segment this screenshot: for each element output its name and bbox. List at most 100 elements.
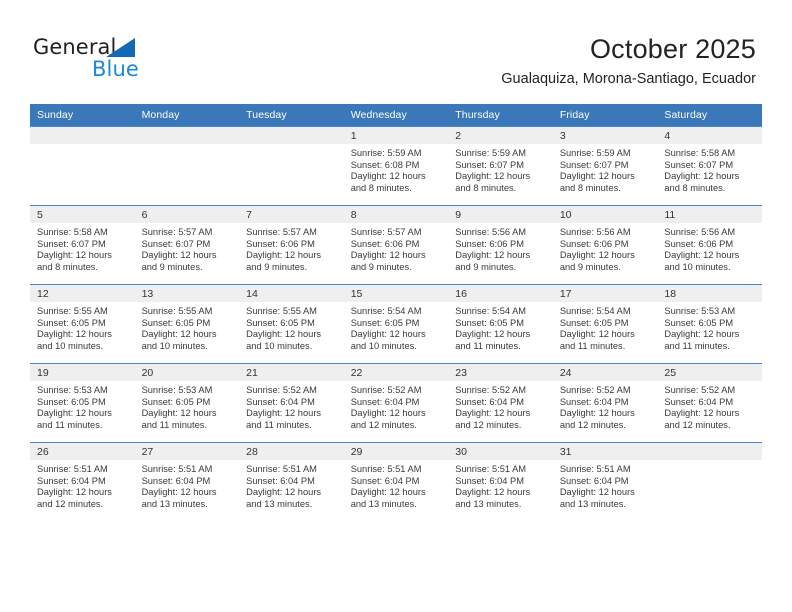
calendar-day-cell[interactable]: 24 Sunrise: 5:52 AM Sunset: 6:04 PM Dayligh… (552, 363, 658, 443)
daylight-duration-line2: and 13 minutes. (455, 499, 522, 510)
calendar-day-cell[interactable]: 29 Sunrise: 5:51 AM Sunset: 6:04 PM Dayligh… (343, 442, 449, 521)
day-details: Sunrise: 5:54 AM Sunset: 6:05 PM Daylight:… (448, 302, 553, 353)
day-cell-content: 5 Sunrise: 5:58 AM Sunset: 6:07 PM Daylight… (30, 206, 135, 284)
calendar-day-cell[interactable]: 1 Sunrise: 5:59 AM Sunset: 6:08 PM Daylight… (343, 126, 449, 206)
day-details: Sunrise: 5:52 AM Sunset: 6:04 PM Daylight:… (344, 381, 449, 432)
sunrise-time: Sunrise: 5:59 AM (350, 148, 422, 158)
weekday-header-wednesday: Wednesday (343, 104, 449, 127)
calendar-page: General Blue October 2025 Gualaquiza, Mo… (0, 0, 792, 612)
calendar-day-cell[interactable]: 9 Sunrise: 5:56 AM Sunset: 6:06 PM Daylight… (448, 205, 553, 285)
calendar-day-cell[interactable]: 28 Sunrise: 5:51 AM Sunset: 6:04 PM Dayligh… (239, 442, 344, 521)
daylight-duration-line2: and 12 minutes. (455, 420, 522, 431)
sunrise-time: Sunrise: 5:52 AM (559, 385, 631, 395)
day-number (657, 443, 762, 460)
daylight-duration-line1: Daylight: 12 hours (455, 408, 531, 419)
calendar-day-cell[interactable]: 22 Sunrise: 5:52 AM Sunset: 6:04 PM Dayligh… (343, 363, 449, 443)
day-cell-content: 16 Sunrise: 5:54 AM Sunset: 6:05 PM Dayligh… (448, 285, 553, 363)
calendar-day-cell[interactable]: 30 Sunrise: 5:51 AM Sunset: 6:04 PM Dayligh… (448, 442, 553, 521)
daylight-duration-line1: Daylight: 12 hours (664, 171, 740, 182)
calendar-day-cell[interactable]: 23 Sunrise: 5:52 AM Sunset: 6:04 PM Dayligh… (448, 363, 553, 443)
logo-text-blue: Blue (92, 57, 139, 81)
calendar-day-cell[interactable]: 10 Sunrise: 5:56 AM Sunset: 6:06 PM Dayligh… (552, 205, 658, 285)
calendar-body: 1 Sunrise: 5:59 AM Sunset: 6:08 PM Daylight… (30, 126, 762, 521)
calendar-day-cell[interactable]: 12 Sunrise: 5:55 AM Sunset: 6:05 PM Dayligh… (30, 284, 135, 364)
sunset-time: Sunset: 6:04 PM (559, 475, 629, 486)
calendar-day-cell[interactable]: 3 Sunrise: 5:59 AM Sunset: 6:07 PM Daylight… (552, 126, 658, 206)
daylight-duration-line2: and 11 minutes. (455, 341, 521, 352)
calendar-day-cell[interactable]: 15 Sunrise: 5:54 AM Sunset: 6:05 PM Dayligh… (343, 284, 449, 364)
calendar-day-cell[interactable]: 31 Sunrise: 5:51 AM Sunset: 6:04 PM Dayligh… (552, 442, 658, 521)
day-cell-content: 10 Sunrise: 5:56 AM Sunset: 6:06 PM Dayligh… (552, 206, 658, 284)
day-cell-content: 21 Sunrise: 5:52 AM Sunset: 6:04 PM Dayligh… (239, 364, 344, 442)
day-number: 10 (552, 206, 658, 223)
calendar-day-cell[interactable]: 7 Sunrise: 5:57 AM Sunset: 6:06 PM Daylight… (239, 205, 344, 285)
daylight-duration-line2: and 8 minutes. (37, 262, 98, 273)
daylight-duration-line1: Daylight: 12 hours (350, 329, 426, 340)
sunrise-time: Sunrise: 5:58 AM (664, 148, 736, 158)
sunrise-time: Sunrise: 5:51 AM (455, 464, 527, 474)
sunset-time: Sunset: 6:05 PM (141, 317, 211, 328)
daylight-duration-line2: and 8 minutes. (350, 183, 412, 194)
day-cell-content (657, 443, 762, 521)
day-cell-content: 19 Sunrise: 5:53 AM Sunset: 6:05 PM Dayligh… (30, 364, 135, 442)
day-details: Sunrise: 5:56 AM Sunset: 6:06 PM Daylight:… (448, 223, 553, 274)
daylight-duration-line2: and 10 minutes. (246, 341, 313, 352)
calendar-day-cell[interactable]: 19 Sunrise: 5:53 AM Sunset: 6:05 PM Dayligh… (30, 363, 135, 443)
weekday-header-monday: Monday (134, 104, 240, 127)
calendar-day-cell[interactable]: 20 Sunrise: 5:53 AM Sunset: 6:05 PM Dayligh… (134, 363, 240, 443)
calendar-day-cell[interactable]: 13 Sunrise: 5:55 AM Sunset: 6:05 PM Dayligh… (134, 284, 240, 364)
calendar-day-cell[interactable]: 25 Sunrise: 5:52 AM Sunset: 6:04 PM Dayligh… (657, 363, 762, 443)
daylight-duration-line2: and 12 minutes. (664, 420, 731, 431)
sunrise-time: Sunrise: 5:56 AM (455, 227, 527, 237)
sunset-time: Sunset: 6:06 PM (246, 238, 315, 249)
day-cell-content: 6 Sunrise: 5:57 AM Sunset: 6:07 PM Daylight… (134, 206, 240, 284)
calendar-day-cell[interactable]: 8 Sunrise: 5:57 AM Sunset: 6:06 PM Daylight… (343, 205, 449, 285)
daylight-duration-line2: and 9 minutes. (455, 262, 517, 273)
calendar-day-cell[interactable]: 6 Sunrise: 5:57 AM Sunset: 6:07 PM Daylight… (134, 205, 240, 285)
day-number: 5 (30, 206, 135, 223)
day-details: Sunrise: 5:57 AM Sunset: 6:07 PM Daylight:… (135, 223, 240, 274)
day-cell-content: 9 Sunrise: 5:56 AM Sunset: 6:06 PM Daylight… (448, 206, 553, 284)
day-number: 29 (343, 443, 449, 460)
calendar-day-cell[interactable]: 17 Sunrise: 5:54 AM Sunset: 6:05 PM Dayligh… (552, 284, 658, 364)
day-cell-content: 8 Sunrise: 5:57 AM Sunset: 6:06 PM Daylight… (343, 206, 449, 284)
weekday-header-tuesday: Tuesday (239, 104, 344, 127)
calendar-day-cell[interactable]: 27 Sunrise: 5:51 AM Sunset: 6:04 PM Dayligh… (134, 442, 240, 521)
day-details: Sunrise: 5:55 AM Sunset: 6:05 PM Daylight:… (30, 302, 135, 353)
day-number: 26 (30, 443, 135, 460)
general-blue-logo[interactable]: General Blue (33, 36, 193, 84)
sunrise-time: Sunrise: 5:55 AM (246, 306, 317, 316)
daylight-duration-line1: Daylight: 12 hours (455, 250, 531, 261)
day-number: 19 (30, 364, 135, 381)
sunrise-time: Sunrise: 5:53 AM (141, 385, 213, 395)
daylight-duration-line1: Daylight: 12 hours (350, 171, 426, 182)
day-number (30, 127, 135, 144)
day-cell-content: 31 Sunrise: 5:51 AM Sunset: 6:04 PM Dayligh… (552, 443, 658, 521)
day-number: 11 (657, 206, 762, 223)
day-number: 6 (134, 206, 240, 223)
sunrise-sunset-calendar: Sunday Monday Tuesday Wednesday Thursday Frid… (30, 104, 762, 521)
calendar-day-cell[interactable]: 14 Sunrise: 5:55 AM Sunset: 6:05 PM Dayligh… (239, 284, 344, 364)
daylight-duration-line2: and 12 minutes. (37, 499, 104, 510)
sunrise-time: Sunrise: 5:51 AM (350, 464, 422, 474)
day-cell-content: 29 Sunrise: 5:51 AM Sunset: 6:04 PM Dayligh… (343, 443, 449, 521)
day-number: 18 (657, 285, 762, 302)
calendar-day-cell[interactable]: 26 Sunrise: 5:51 AM Sunset: 6:04 PM Dayligh… (30, 442, 135, 521)
calendar-day-cell[interactable]: 5 Sunrise: 5:58 AM Sunset: 6:07 PM Daylight… (30, 205, 135, 285)
calendar-day-cell[interactable]: 16 Sunrise: 5:54 AM Sunset: 6:05 PM Dayligh… (448, 284, 553, 364)
calendar-day-cell[interactable]: 18 Sunrise: 5:53 AM Sunset: 6:05 PM Dayligh… (657, 284, 762, 364)
daylight-duration-line2: and 11 minutes. (664, 341, 730, 352)
day-cell-content: 13 Sunrise: 5:55 AM Sunset: 6:05 PM Dayligh… (134, 285, 240, 363)
day-cell-content: 18 Sunrise: 5:53 AM Sunset: 6:05 PM Dayligh… (657, 285, 762, 363)
daylight-duration-line1: Daylight: 12 hours (350, 408, 426, 419)
daylight-duration-line1: Daylight: 12 hours (664, 250, 740, 261)
day-number: 12 (30, 285, 135, 302)
calendar-day-cell[interactable]: 11 Sunrise: 5:56 AM Sunset: 6:06 PM Dayligh… (657, 205, 762, 285)
page-header: General Blue October 2025 Gualaquiza, Mo… (0, 0, 792, 100)
calendar-day-cell[interactable]: 4 Sunrise: 5:58 AM Sunset: 6:07 PM Daylight… (657, 126, 762, 206)
sunrise-time: Sunrise: 5:54 AM (559, 306, 631, 316)
daylight-duration-line1: Daylight: 12 hours (350, 250, 426, 261)
calendar-day-cell[interactable]: 21 Sunrise: 5:52 AM Sunset: 6:04 PM Dayligh… (239, 363, 344, 443)
calendar-day-cell[interactable]: 2 Sunrise: 5:59 AM Sunset: 6:07 PM Daylight… (448, 126, 553, 206)
day-number: 30 (448, 443, 553, 460)
